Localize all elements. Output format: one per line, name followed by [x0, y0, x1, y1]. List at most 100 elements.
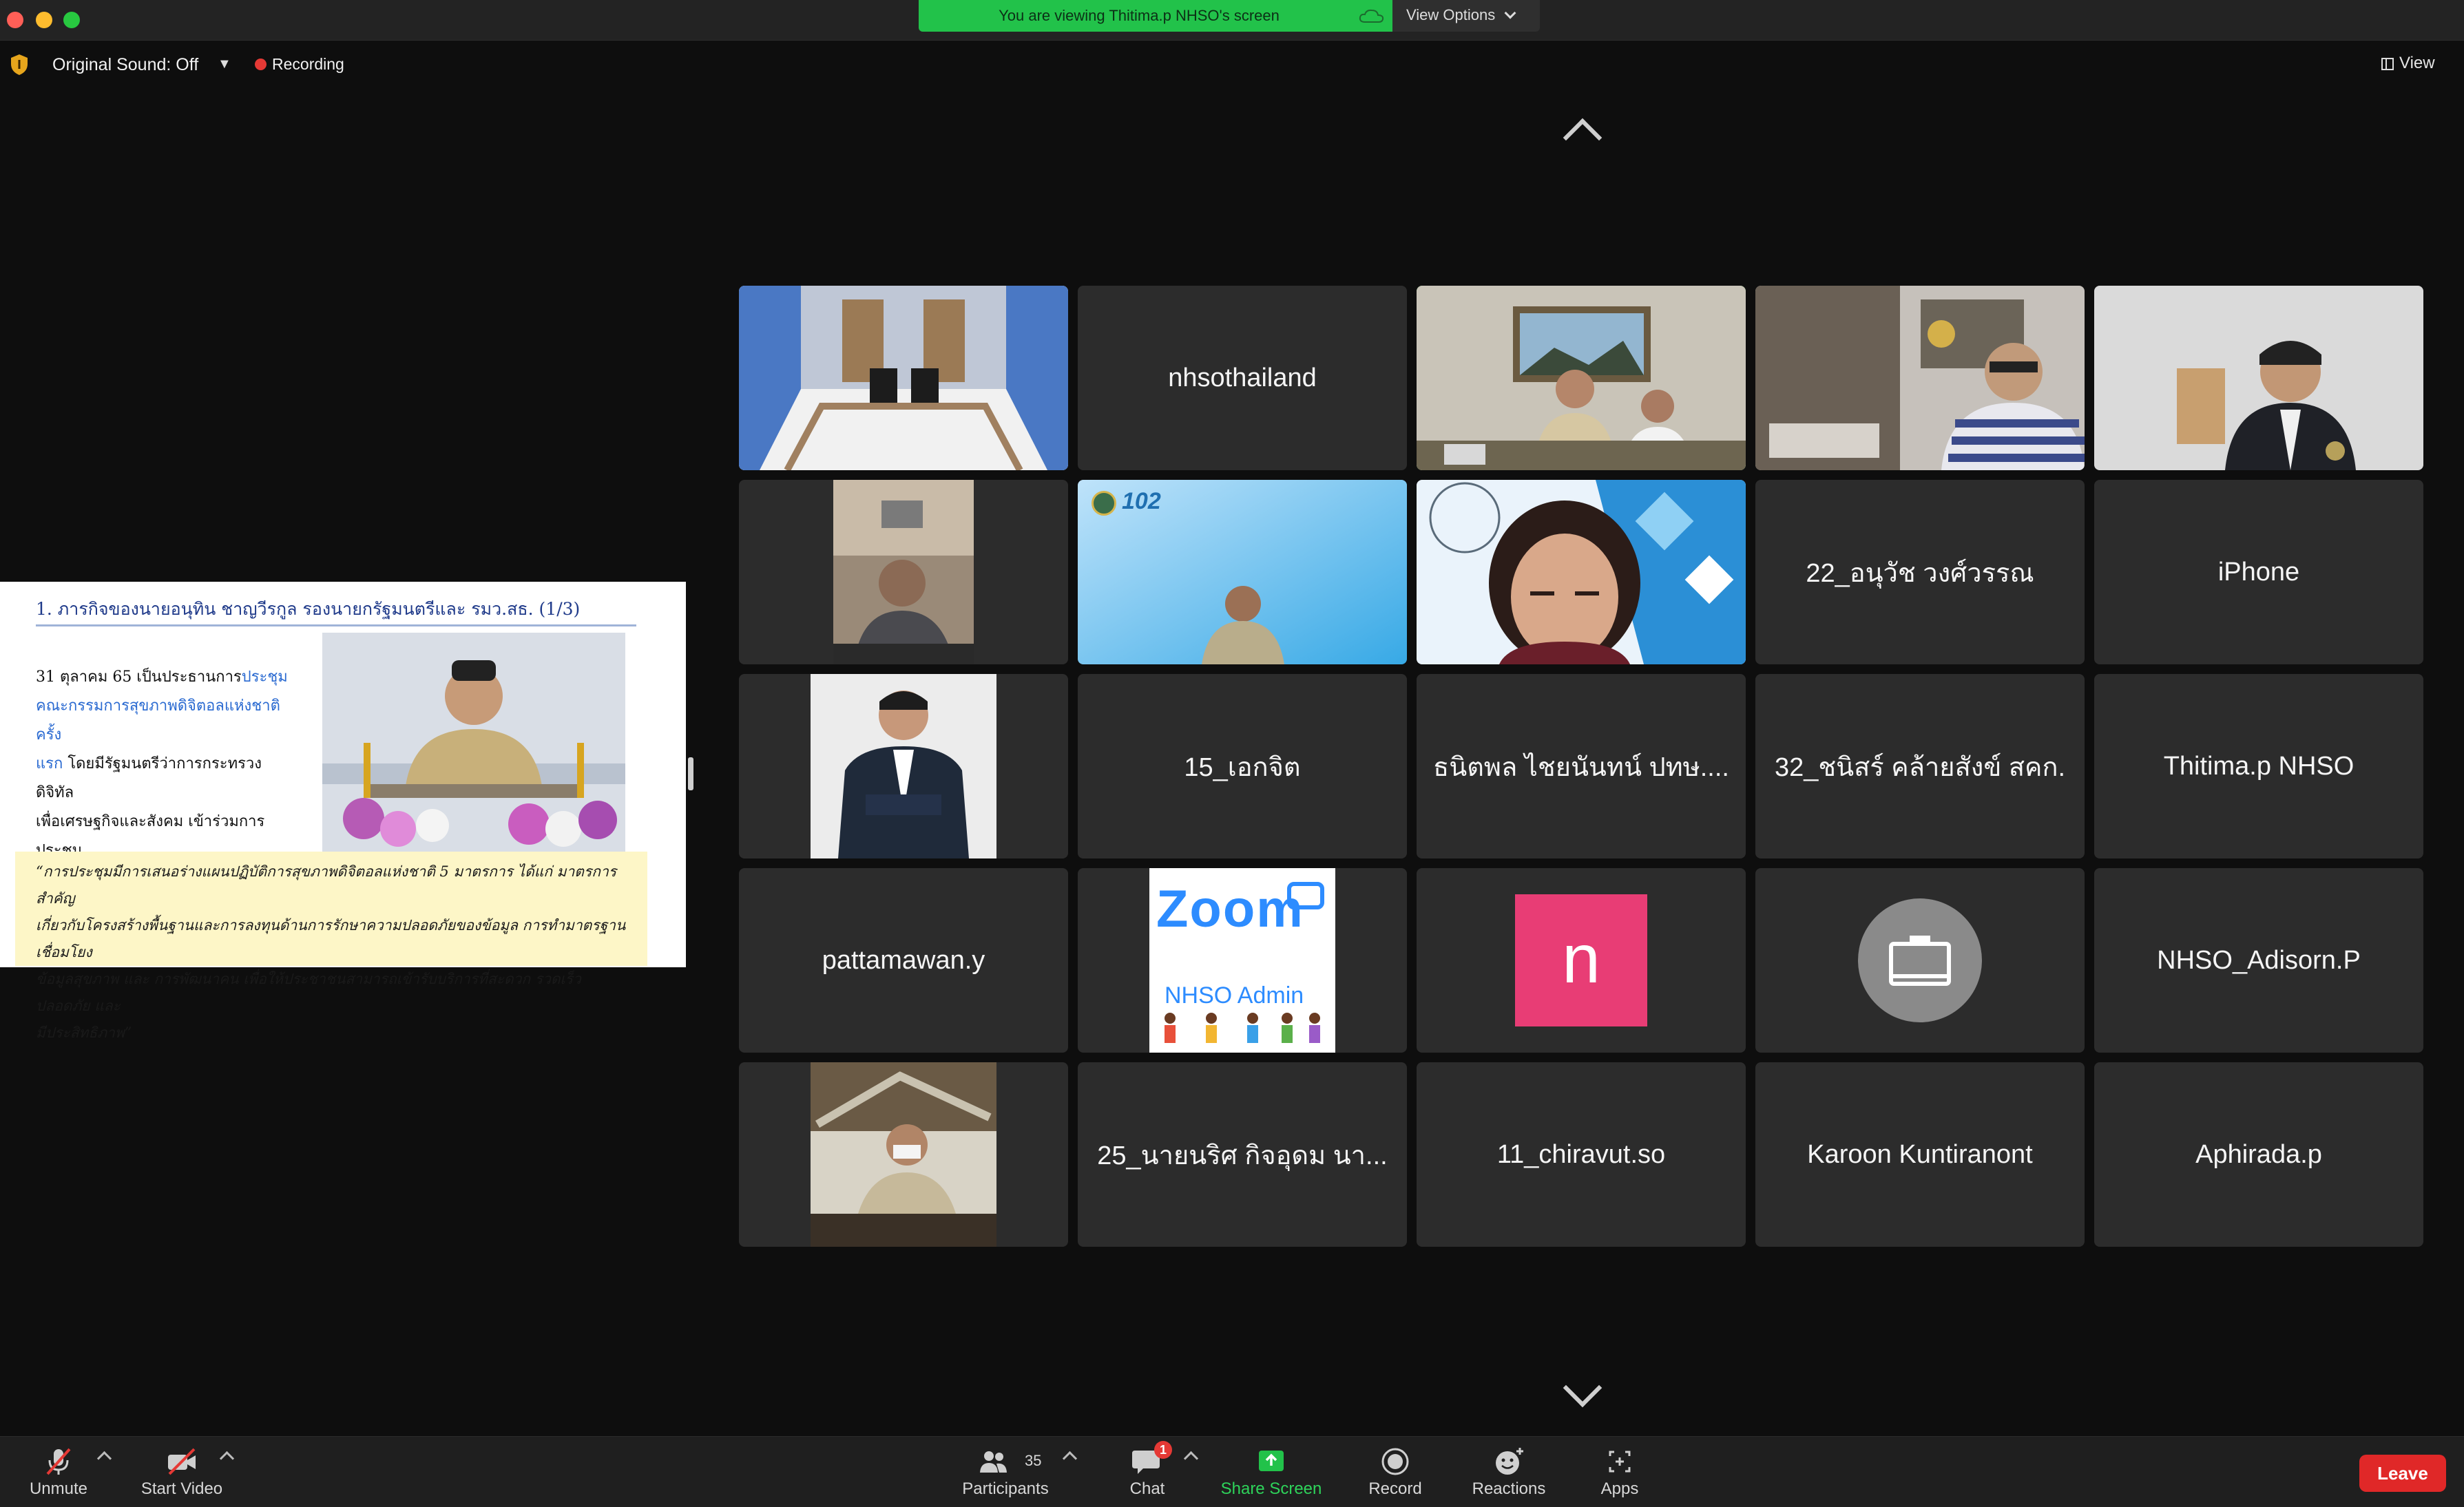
avatar: n — [1515, 894, 1647, 1026]
reactions-label: Reactions — [1472, 1479, 1546, 1498]
start-video-button[interactable]: Start Video — [135, 1437, 229, 1507]
share-screen-button[interactable]: Share Screen — [1215, 1437, 1328, 1507]
view-button-label: View — [2399, 54, 2435, 72]
share-screen-icon — [1259, 1451, 1284, 1471]
unmute-label: Unmute — [29, 1479, 88, 1498]
slide-divider — [36, 624, 636, 626]
participant-name: NHSO_Adisorn.P — [2157, 945, 2361, 975]
participant-tile[interactable]: Thitima.p NHSO — [2094, 674, 2423, 858]
chat-button[interactable]: 1 Chat — [1111, 1437, 1183, 1507]
participant-name: Thitima.p NHSO — [2163, 751, 2355, 781]
participant-tile[interactable]: nhsothailand — [1078, 286, 1407, 470]
room-system-icon — [1858, 898, 1982, 1022]
viewing-banner-text: You are viewing Thitima.p NHSO's screen — [999, 7, 1280, 24]
participant-video-tile[interactable] — [739, 480, 1068, 664]
leave-meeting-button[interactable]: Leave — [2359, 1455, 2446, 1492]
meeting-toolbar: Unmute Start Video 35 Participants 1 Cha… — [0, 1436, 2464, 1507]
zoom-logo-image: Zoom NHSO Admin — [1149, 868, 1335, 1053]
participant-tile[interactable]: ธนิตพล ไชยนันทน์ ปทษ.... — [1417, 674, 1746, 858]
participant-name: 11_chiravut.so — [1496, 1139, 1666, 1169]
record-icon — [1381, 1448, 1409, 1475]
active-speaker-tile[interactable] — [1417, 286, 1746, 470]
chat-label: Chat — [1129, 1479, 1165, 1498]
participant-video — [811, 1062, 996, 1247]
participants-icon — [979, 1451, 1007, 1473]
participant-video-tile[interactable] — [2094, 286, 2423, 470]
participant-room-tile[interactable] — [1755, 868, 2085, 1053]
participant-tile[interactable]: 15_เอกจิต — [1078, 674, 1407, 858]
participant-tile[interactable]: 11_chiravut.so — [1417, 1062, 1746, 1247]
zoom-logo-sub: NHSO Admin — [1165, 982, 1304, 1009]
participant-video-tile[interactable] — [1755, 286, 2085, 470]
participant-video — [2094, 286, 2423, 470]
chat-options-caret-icon[interactable] — [1183, 1451, 1199, 1466]
title-bar: You are viewing Thitima.p NHSO's screen … — [0, 0, 2464, 41]
chat-badge: 1 — [1154, 1441, 1172, 1459]
participant-video — [1417, 480, 1746, 664]
participants-button[interactable]: 35 Participants — [953, 1437, 1058, 1507]
maximize-window-icon[interactable] — [63, 12, 80, 28]
participant-tile[interactable]: 25_นายนริศ กิจอุดม นา... — [1078, 1062, 1407, 1247]
close-window-icon[interactable] — [7, 12, 23, 28]
slide-body: 31 ตุลาคม 65 เป็นประธานการประชุม คณะกรรม… — [36, 663, 297, 865]
cloud-icon — [1359, 9, 1384, 23]
participant-video — [1755, 286, 2085, 470]
recording-label: Recording — [272, 55, 344, 73]
caret-down-icon[interactable]: ▼ — [218, 56, 231, 72]
participant-name: Aphirada.p — [2195, 1139, 2322, 1169]
participant-video — [1417, 286, 1746, 470]
view-options-button[interactable]: View Options — [1392, 0, 1540, 32]
view-button[interactable]: View — [2381, 54, 2435, 73]
participant-tile[interactable]: Aphirada.p — [2094, 1062, 2423, 1247]
reactions-button[interactable]: Reactions — [1464, 1437, 1554, 1507]
apps-button[interactable]: Apps — [1588, 1437, 1651, 1507]
minimize-window-icon[interactable] — [36, 12, 52, 28]
participant-tile[interactable]: 22_อนุวัช วงศ์วรรณ — [1755, 480, 2085, 664]
participant-name: pattamawan.y — [822, 945, 985, 975]
participant-name: 15_เอกจิต — [1184, 752, 1301, 782]
slide-title: 1. ภารกิจของนายอนุทิน ชาญวีรกูล รองนายกร… — [36, 599, 581, 619]
participant-video-tile[interactable] — [739, 674, 1068, 858]
participant-tile[interactable]: iPhone — [2094, 480, 2423, 664]
participant-name: 22_อนุวัช วงศ์วรรณ — [1806, 558, 2034, 588]
slide-body-line: เพื่อเศรษฐกิจและสังคม เข้าร่วมการ — [36, 813, 265, 830]
record-button[interactable]: Record — [1361, 1437, 1430, 1507]
muted-microphone-icon — [46, 1448, 71, 1475]
participant-video-tile[interactable] — [739, 1062, 1068, 1247]
security-shield-icon[interactable] — [10, 54, 29, 76]
participant-video-tile[interactable] — [1417, 480, 1746, 664]
participant-tile[interactable]: NHSO_Adisorn.P — [2094, 868, 2423, 1053]
avatar-letter: n — [1562, 920, 1600, 998]
camera-icon — [1287, 882, 1324, 909]
participant-video-tile[interactable]: Zoom NHSO Admin — [1078, 868, 1407, 1053]
chevron-down-icon[interactable] — [1563, 1368, 1602, 1408]
slide-body-line: คณะกรรมการสุขภาพดิจิตอลแห่งชาติครั้ง — [36, 697, 280, 744]
participants-options-caret-icon[interactable] — [1062, 1451, 1078, 1466]
zoom-logo-word: Zoom — [1156, 880, 1304, 938]
participant-video-tile[interactable] — [739, 286, 1068, 470]
original-sound-label[interactable]: Original Sound: Off — [52, 55, 198, 75]
organization-logo-icon — [1092, 491, 1116, 516]
participant-name: iPhone — [2217, 557, 2300, 587]
slide-body-line: 31 ตุลาคม 65 เป็นประธานการประชุม — [36, 668, 288, 686]
slide-quote: “การประชุมมีการเสนอร่างแผนปฏิบัติการสุขภ… — [15, 852, 647, 1041]
participants-count: 35 — [1025, 1452, 1042, 1469]
record-label: Record — [1368, 1479, 1422, 1498]
slide-photo — [322, 633, 625, 852]
viewing-banner: You are viewing Thitima.p NHSO's screen — [919, 0, 1392, 32]
shared-screen: 1. ภารกิจของนายอนุทิน ชาญวีรกูล รองนายกร… — [0, 582, 686, 1041]
unmute-button[interactable]: Unmute — [14, 1437, 103, 1507]
participant-name: ธนิตพล ไชยนันทน์ ปทษ.... — [1433, 752, 1729, 782]
participant-video-tile[interactable]: 102 — [1078, 480, 1407, 664]
participant-tile[interactable]: 32_ชนิสร์ คล้ายสังข์ สคก. — [1755, 674, 2085, 858]
split-resize-handle[interactable] — [688, 757, 693, 790]
participant-tile[interactable]: pattamawan.y — [739, 868, 1068, 1053]
participant-name: Karoon Kuntiranont — [1807, 1139, 2033, 1169]
chevron-up-icon[interactable] — [1563, 118, 1602, 158]
participant-tile[interactable]: Karoon Kuntiranont — [1755, 1062, 2085, 1247]
apps-icon — [1609, 1451, 1631, 1473]
share-screen-label: Share Screen — [1220, 1479, 1322, 1498]
organization-logo-text: 102 — [1122, 488, 1161, 514]
start-video-label: Start Video — [140, 1479, 223, 1498]
participant-avatar-tile[interactable]: n — [1417, 868, 1746, 1053]
